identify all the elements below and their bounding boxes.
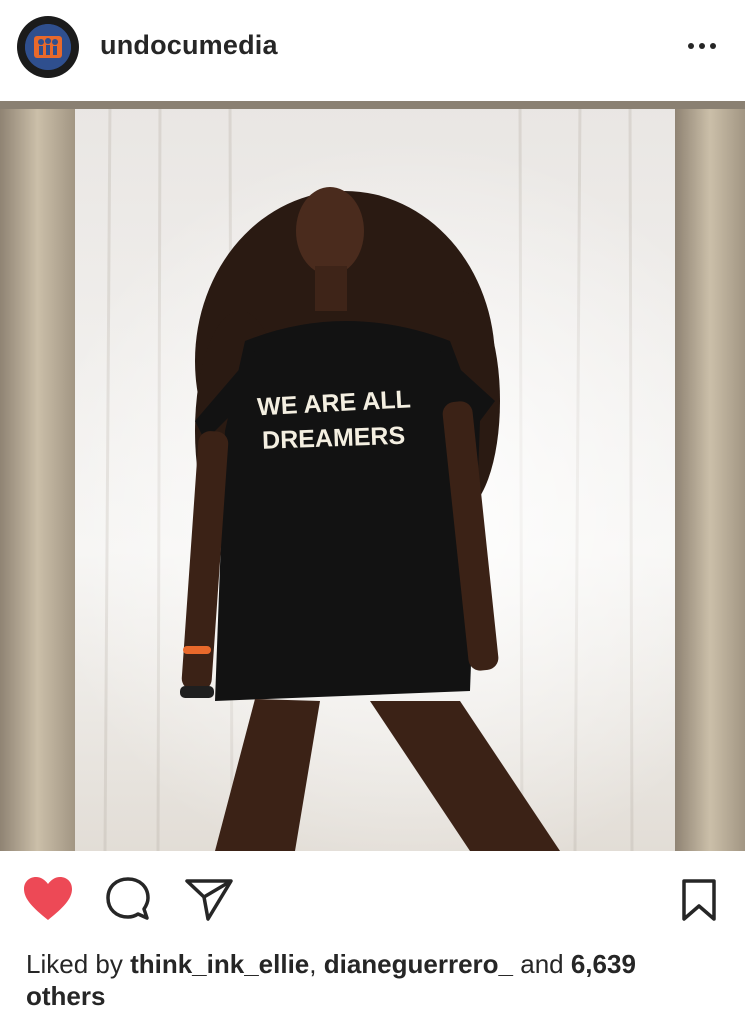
avatar[interactable] xyxy=(17,16,79,78)
direct-send-icon xyxy=(185,879,233,921)
likes-count[interactable]: 6,639 xyxy=(571,949,636,979)
heart-filled-icon xyxy=(24,877,72,920)
likes-separator: , xyxy=(309,949,324,979)
liked-by-user-2[interactable]: dianeguerrero_ xyxy=(324,949,513,979)
post-header: undocumedia xyxy=(0,0,745,100)
more-options-button[interactable] xyxy=(682,32,722,60)
more-horizontal-icon xyxy=(688,43,716,49)
username[interactable]: undocumedia xyxy=(100,30,278,61)
likes-prefix: Liked by xyxy=(26,949,131,979)
avatar-logo xyxy=(25,24,71,70)
bookmark-icon xyxy=(682,879,716,921)
post-actions xyxy=(0,851,745,946)
like-button[interactable] xyxy=(23,876,73,927)
comment-icon xyxy=(106,877,150,920)
share-button[interactable] xyxy=(184,878,234,927)
likes-summary: Liked by think_ink_ellie, dianeguerrero_… xyxy=(26,948,726,1012)
post-photo[interactable]: WE ARE ALL DREAMERS xyxy=(0,101,745,851)
likes-connector: and xyxy=(513,949,571,979)
comment-button[interactable] xyxy=(104,876,152,929)
liked-by-user-1[interactable]: think_ink_ellie xyxy=(130,949,309,979)
shirt-text-line2: DREAMERS xyxy=(262,422,406,455)
save-button[interactable] xyxy=(680,878,718,927)
likes-others[interactable]: others xyxy=(26,981,105,1011)
